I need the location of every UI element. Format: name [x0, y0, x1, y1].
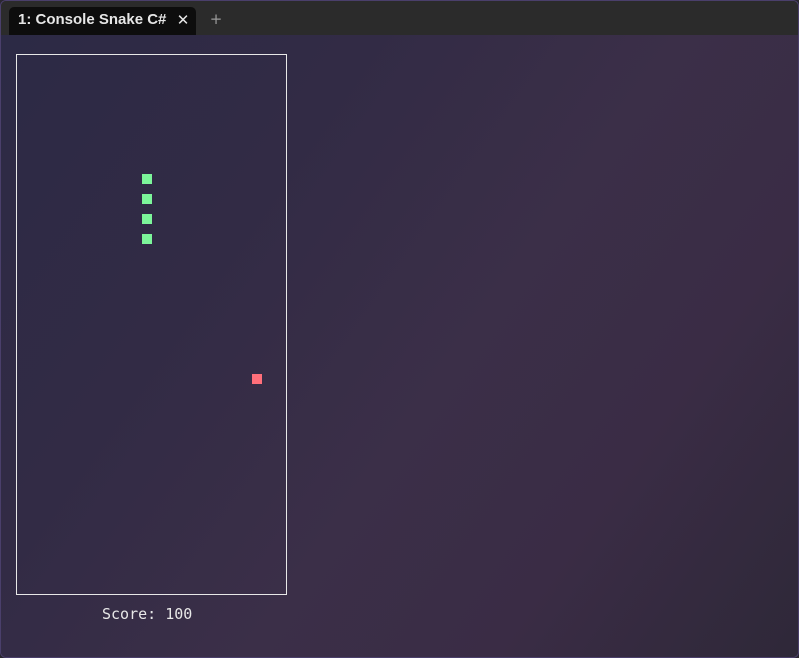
tab-title: 1: Console Snake C# — [18, 11, 167, 28]
close-icon[interactable]: ✕ — [175, 10, 191, 30]
tab-console-snake[interactable]: 1: Console Snake C# ✕ — [9, 7, 196, 35]
snake-head — [142, 174, 152, 184]
snake-segment — [142, 194, 152, 204]
snake-segment — [142, 214, 152, 224]
terminal-window: 1: Console Snake C# ✕ + Score: 100 — [0, 0, 799, 658]
food-pellet — [252, 374, 262, 384]
score-label: Score: 100 — [102, 605, 193, 623]
new-tab-icon[interactable]: + — [207, 9, 225, 29]
tab-bar: 1: Console Snake C# ✕ + — [1, 1, 798, 35]
snake-segment — [142, 234, 152, 244]
game-board — [16, 54, 287, 595]
